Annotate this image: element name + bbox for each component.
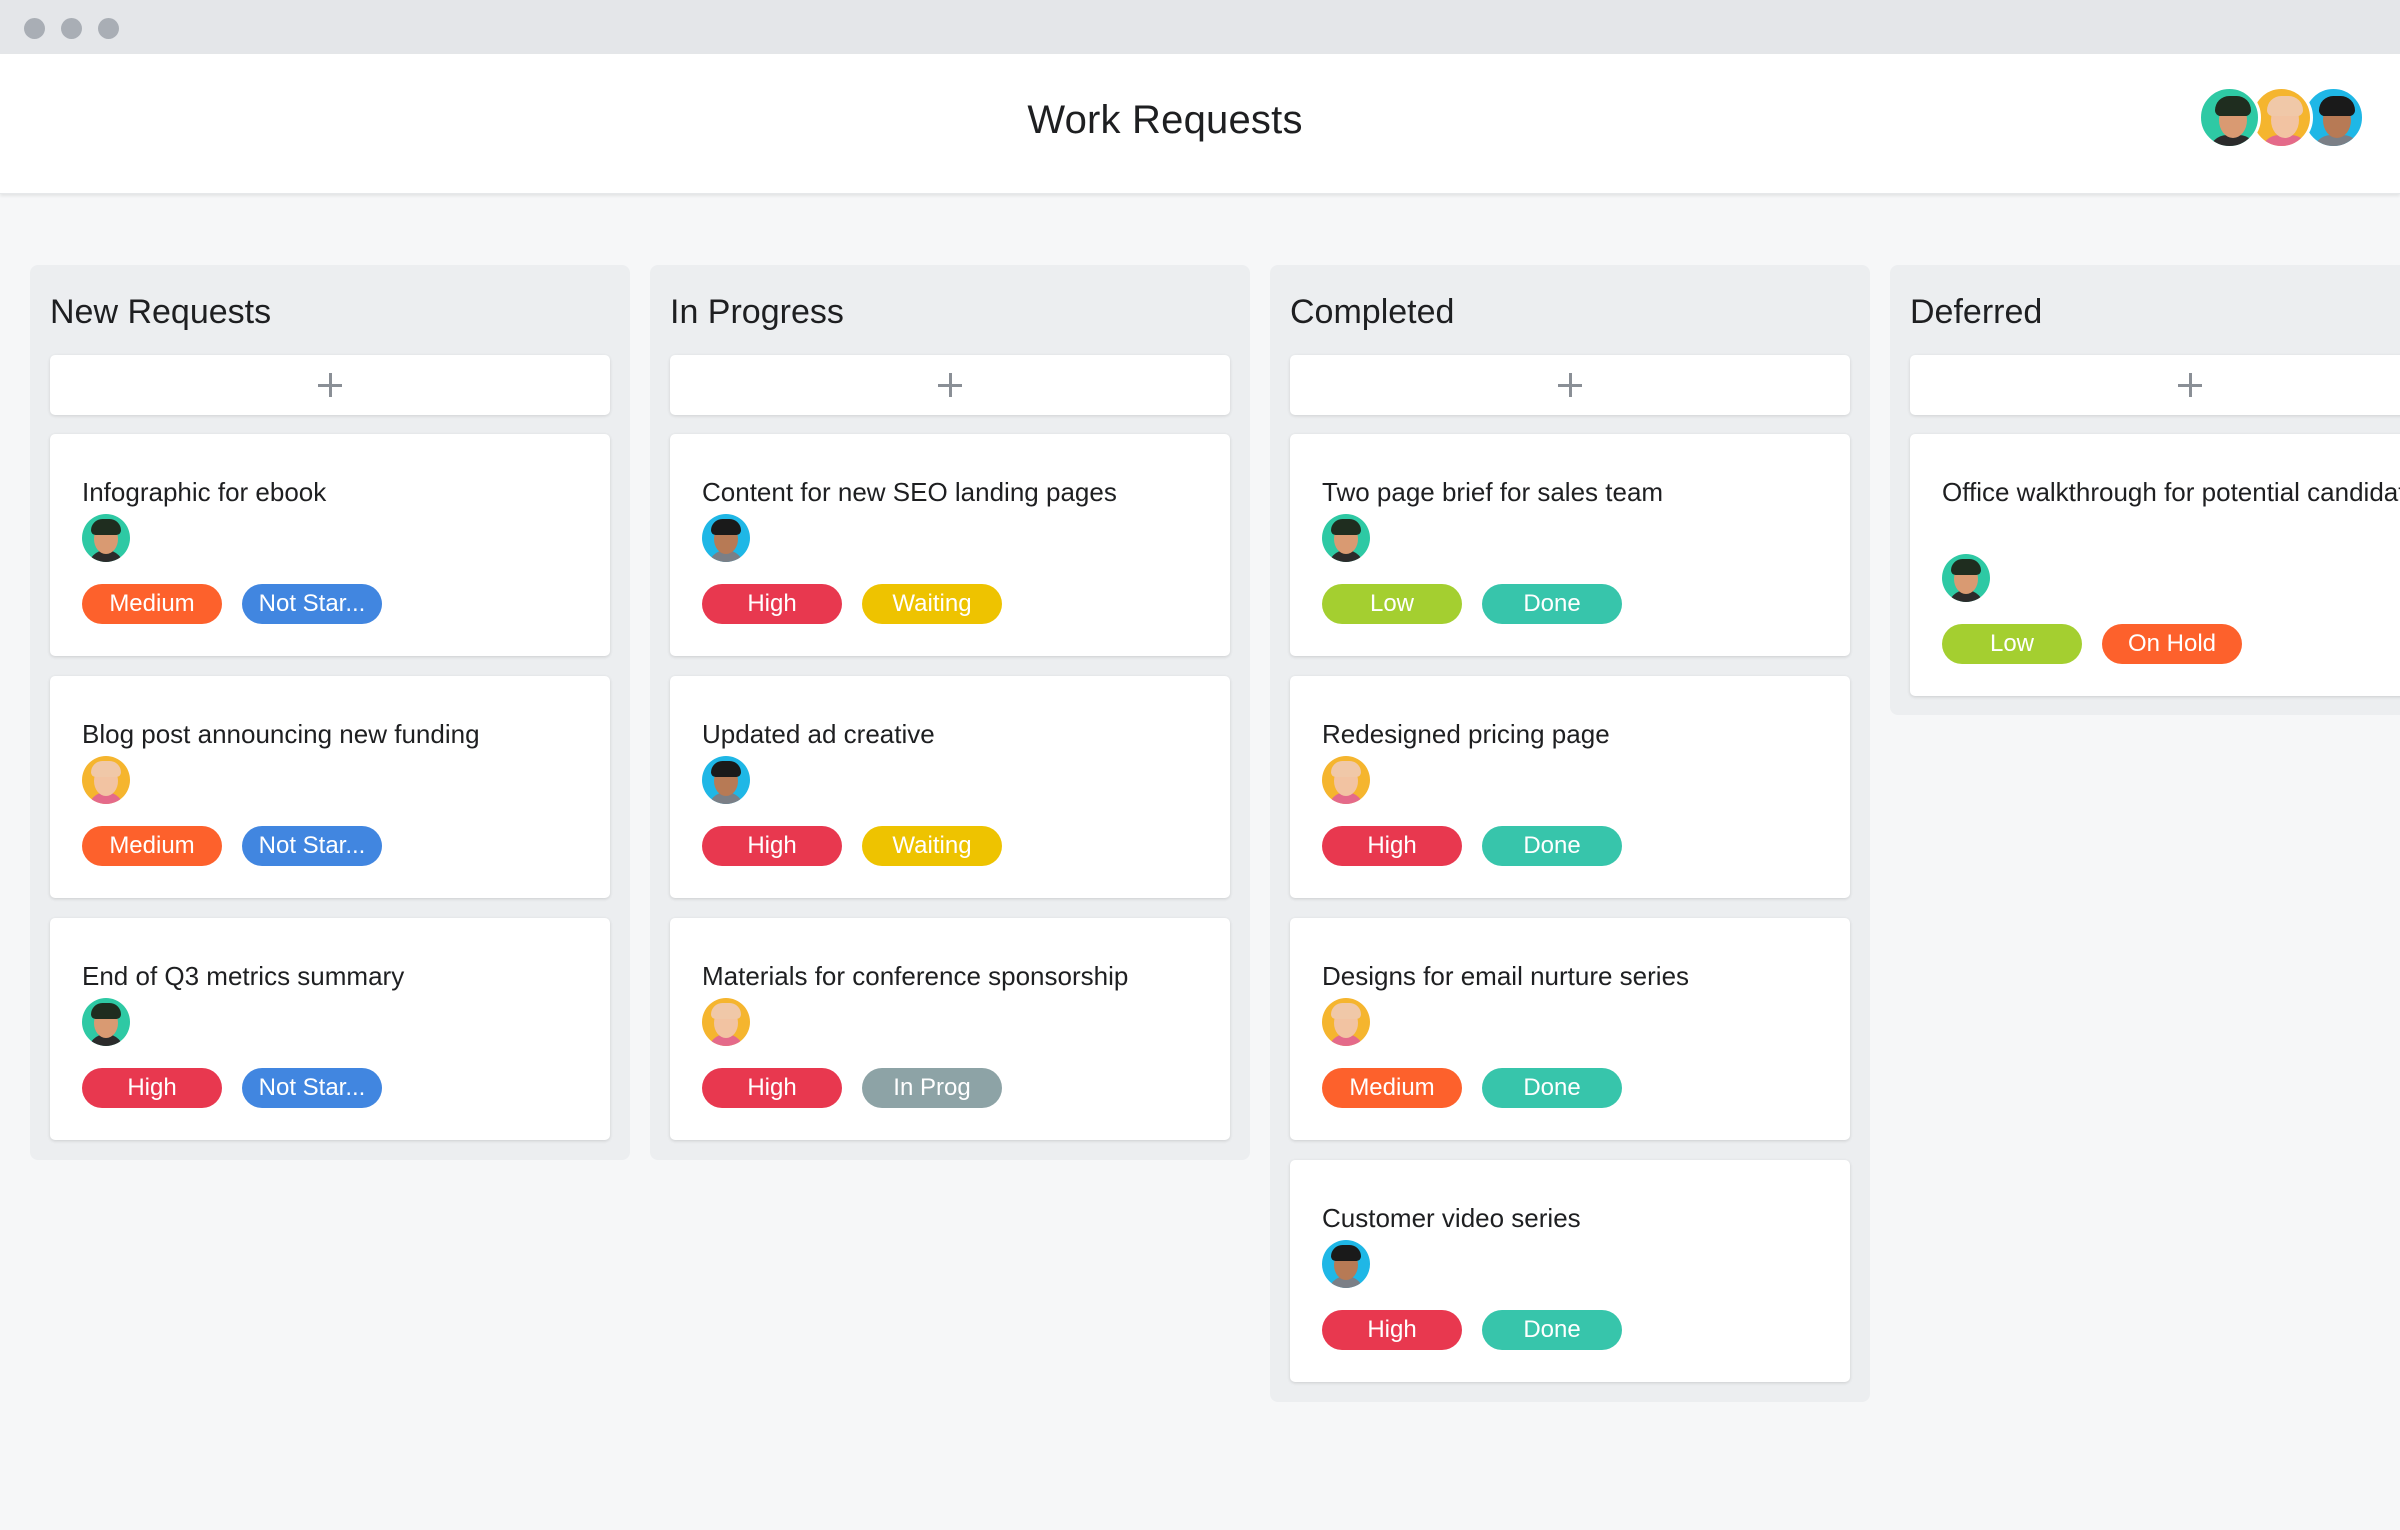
column-deferred: Deferred Office walkthrough for potential… xyxy=(1890,265,2400,715)
task-title: Updated ad creative xyxy=(702,719,935,749)
avatar-hair xyxy=(2319,96,2355,116)
avatar-hair xyxy=(91,519,121,535)
priority-tag[interactable]: High xyxy=(702,826,842,866)
task-title: Blog post announcing new funding xyxy=(82,719,480,749)
task-card[interactable]: Blog post announcing new funding Medium No… xyxy=(50,676,610,898)
column-title[interactable]: Deferred xyxy=(1910,293,2042,332)
window-minimize-dot[interactable] xyxy=(61,18,82,39)
task-title: Content for new SEO landing pages xyxy=(702,477,1117,507)
board: New Requests Infographic for ebook Medium N… xyxy=(30,265,2400,1495)
column-title[interactable]: Completed xyxy=(1290,293,1454,332)
status-tag[interactable]: Waiting xyxy=(862,584,1002,624)
window-titlebar xyxy=(0,0,2400,54)
assignee-avatar[interactable] xyxy=(82,756,130,804)
status-tag[interactable]: On Hold xyxy=(2102,624,2242,664)
column-title[interactable]: In Progress xyxy=(670,293,844,332)
task-title: Customer video series xyxy=(1322,1203,1581,1233)
window-maximize-dot[interactable] xyxy=(98,18,119,39)
column-new-requests: New Requests Infographic for ebook Medium N… xyxy=(30,265,630,1160)
task-card[interactable]: Materials for conference sponsorship High… xyxy=(670,918,1230,1140)
window-close-dot[interactable] xyxy=(24,18,45,39)
task-title: Redesigned pricing page xyxy=(1322,719,1610,749)
assignee-avatar[interactable] xyxy=(702,998,750,1046)
status-tag[interactable]: Waiting xyxy=(862,826,1002,866)
status-tag[interactable]: Done xyxy=(1482,1068,1622,1108)
status-tag[interactable]: Not Star... xyxy=(242,584,382,624)
avatar[interactable] xyxy=(2198,86,2261,149)
column-in-progress: In Progress Content for new SEO landing p… xyxy=(650,265,1250,1160)
status-tag[interactable]: Not Star... xyxy=(242,1068,382,1108)
priority-tag[interactable]: High xyxy=(1322,826,1462,866)
assignee-avatar[interactable] xyxy=(702,756,750,804)
avatar-hair xyxy=(2267,96,2303,116)
assignee-avatar[interactable] xyxy=(1322,998,1370,1046)
avatar-hair xyxy=(2215,96,2251,116)
plus-icon xyxy=(938,373,962,397)
task-card[interactable]: End of Q3 metrics summary High Not Star... xyxy=(50,918,610,1140)
task-title: Materials for conference sponsorship xyxy=(702,961,1129,991)
task-card[interactable]: Two page brief for sales team Low Done xyxy=(1290,434,1850,656)
status-tag[interactable]: In Prog xyxy=(862,1068,1002,1108)
priority-tag[interactable]: Medium xyxy=(82,826,222,866)
avatar-hair xyxy=(711,519,741,535)
task-card[interactable]: Infographic for ebook Medium Not Star... xyxy=(50,434,610,656)
task-card[interactable]: Content for new SEO landing pages High Wai… xyxy=(670,434,1230,656)
plus-icon xyxy=(2178,373,2202,397)
status-tag[interactable]: Not Star... xyxy=(242,826,382,866)
add-task-button[interactable] xyxy=(50,355,610,415)
task-card[interactable]: Customer video series High Done xyxy=(1290,1160,1850,1382)
priority-tag[interactable]: High xyxy=(702,1068,842,1108)
status-tag[interactable]: Done xyxy=(1482,826,1622,866)
column-completed: Completed Two page brief for sales team Lo… xyxy=(1270,265,1870,1402)
assignee-avatar[interactable] xyxy=(1942,554,1990,602)
project-header: Work Requests xyxy=(0,54,2400,194)
avatar-hair xyxy=(1951,559,1981,575)
add-task-button[interactable] xyxy=(1910,355,2400,415)
plus-icon xyxy=(318,373,342,397)
assignee-avatar[interactable] xyxy=(1322,514,1370,562)
task-title: End of Q3 metrics summary xyxy=(82,961,405,991)
task-title: Two page brief for sales team xyxy=(1322,477,1664,507)
avatar-hair xyxy=(1331,761,1361,777)
task-card[interactable]: Designs for email nurture series Medium Do… xyxy=(1290,918,1850,1140)
priority-tag[interactable]: High xyxy=(1322,1310,1462,1350)
assignee-avatar[interactable] xyxy=(1322,756,1370,804)
task-title: Designs for email nurture series xyxy=(1322,961,1690,991)
assignee-avatar[interactable] xyxy=(82,998,130,1046)
task-card[interactable]: Office walkthrough for potential candida… xyxy=(1910,434,2400,696)
add-task-button[interactable] xyxy=(670,355,1230,415)
avatar-hair xyxy=(91,761,121,777)
assignee-avatar[interactable] xyxy=(82,514,130,562)
task-card[interactable]: Redesigned pricing page High Done xyxy=(1290,676,1850,898)
status-tag[interactable]: Done xyxy=(1482,1310,1622,1350)
avatar-hair xyxy=(91,1003,121,1019)
page-title: Work Requests xyxy=(1027,98,1303,142)
avatar-hair xyxy=(711,1003,741,1019)
priority-tag[interactable]: Medium xyxy=(82,584,222,624)
add-task-button[interactable] xyxy=(1290,355,1850,415)
assignee-avatar[interactable] xyxy=(1322,1240,1370,1288)
priority-tag[interactable]: High xyxy=(82,1068,222,1108)
task-title: Infographic for ebook xyxy=(82,477,327,507)
column-title[interactable]: New Requests xyxy=(50,293,271,332)
priority-tag[interactable]: Low xyxy=(1322,584,1462,624)
task-card[interactable]: Updated ad creative High Waiting xyxy=(670,676,1230,898)
assignee-avatar[interactable] xyxy=(702,514,750,562)
task-title: Office walkthrough for potential candida… xyxy=(1942,477,2400,507)
avatar-hair xyxy=(1331,1003,1361,1019)
priority-tag[interactable]: Low xyxy=(1942,624,2082,664)
avatar-hair xyxy=(1331,1245,1361,1261)
avatar-hair xyxy=(711,761,741,777)
priority-tag[interactable]: Medium xyxy=(1322,1068,1462,1108)
plus-icon xyxy=(1558,373,1582,397)
status-tag[interactable]: Done xyxy=(1482,584,1622,624)
priority-tag[interactable]: High xyxy=(702,584,842,624)
avatar-hair xyxy=(1331,519,1361,535)
project-members[interactable] xyxy=(2198,86,2368,150)
